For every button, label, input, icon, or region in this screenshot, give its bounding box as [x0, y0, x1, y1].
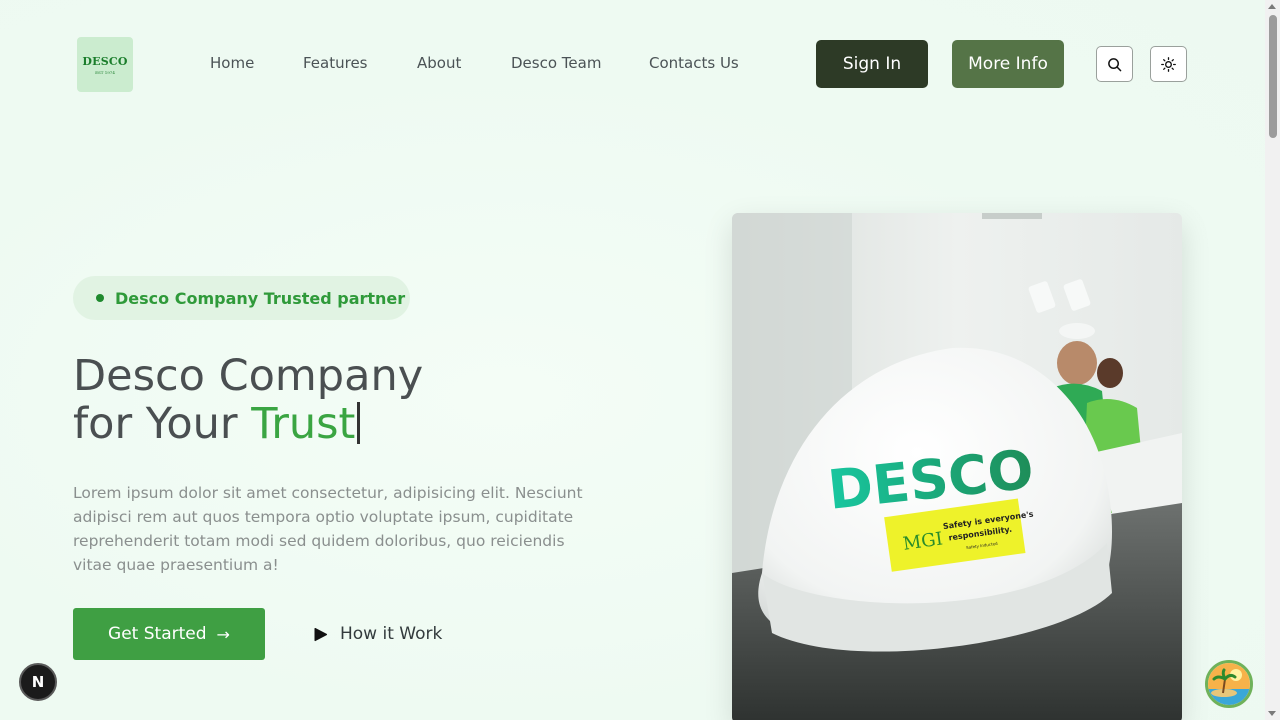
logo-est: EST 1974 — [95, 69, 115, 75]
nav-item-home[interactable]: Home — [210, 54, 254, 72]
get-started-button[interactable]: Get Started → — [73, 608, 265, 660]
brand-logo[interactable]: DESCO EST 1974 — [77, 37, 133, 92]
hero-photo-illustration: DESCO MGI Safety is everyone's responsib… — [732, 213, 1182, 720]
sign-in-button[interactable]: Sign In — [816, 40, 928, 88]
next-badge-letter: N — [31, 673, 45, 691]
scroll-up-arrow-icon[interactable] — [1268, 4, 1276, 9]
island-icon — [1208, 663, 1250, 705]
badge-text: Desco Company Trusted partner — [115, 288, 406, 308]
hero-headline: Desco Company for Your Trust — [73, 352, 423, 448]
nav-item-features[interactable]: Features — [303, 54, 368, 72]
page-scrollbar[interactable] — [1265, 0, 1280, 720]
trusted-partner-badge: Desco Company Trusted partner — [73, 276, 410, 320]
more-info-button[interactable]: More Info — [952, 40, 1064, 88]
theme-toggle-button[interactable] — [1150, 46, 1187, 82]
scroll-down-arrow-icon[interactable] — [1268, 711, 1276, 716]
typing-caret — [357, 402, 361, 444]
how-it-work-button[interactable]: How it Work — [313, 620, 442, 648]
search-icon — [1108, 57, 1122, 71]
headline-line2-prefix: for Your — [73, 399, 252, 449]
nav-item-about[interactable]: About — [417, 54, 461, 72]
scrollbar-thumb[interactable] — [1269, 15, 1277, 138]
play-icon — [314, 627, 328, 641]
nextjs-dev-badge[interactable]: N — [19, 663, 57, 701]
headline-accent: Trust — [251, 399, 356, 449]
badge-dot-icon — [96, 294, 104, 302]
sun-icon — [1161, 56, 1176, 72]
hero-image: DESCO MGI Safety is everyone's responsib… — [732, 213, 1182, 720]
how-it-work-label: How it Work — [340, 624, 443, 644]
chat-widget-button[interactable] — [1205, 660, 1253, 708]
logo-text: DESCO — [82, 54, 128, 68]
nav-item-desco-team[interactable]: Desco Team — [511, 54, 601, 72]
headline-line1: Desco Company — [73, 351, 424, 401]
hero-description: Lorem ipsum dolor sit amet consectetur, … — [73, 484, 583, 574]
arrow-right-icon: → — [216, 624, 230, 644]
nav-item-contacts-us[interactable]: Contacts Us — [649, 54, 739, 72]
search-button[interactable] — [1096, 46, 1133, 82]
get-started-label: Get Started — [108, 624, 207, 644]
